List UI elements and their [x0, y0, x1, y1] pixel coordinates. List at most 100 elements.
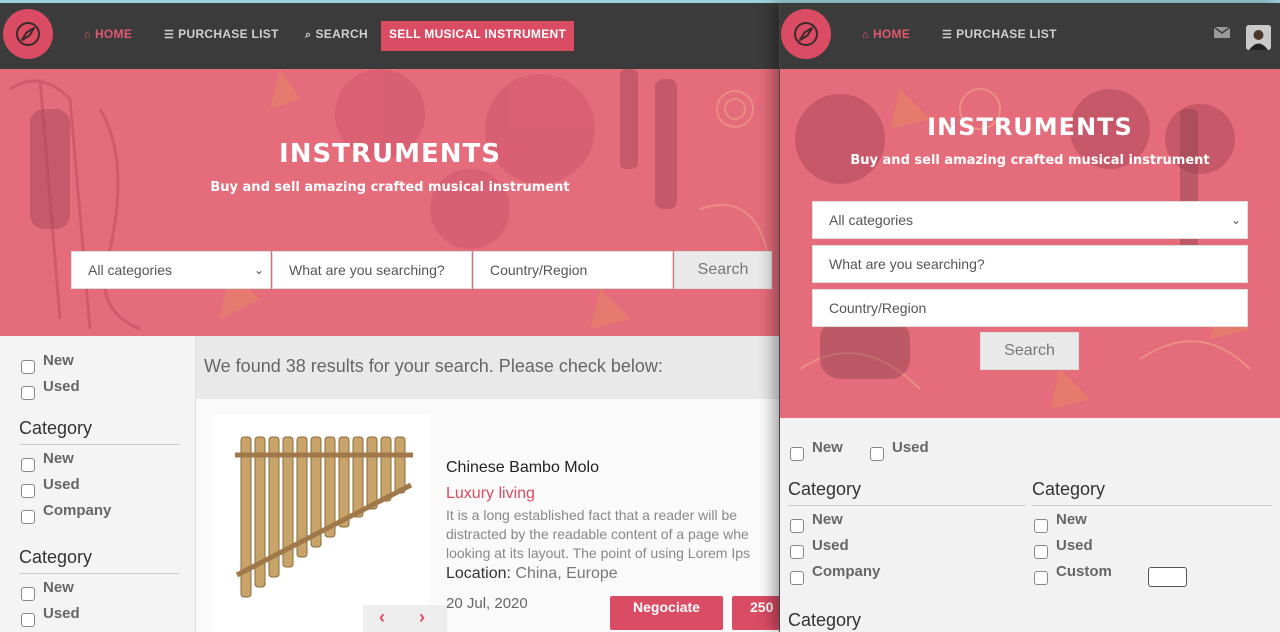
list-icon: ☰	[164, 29, 175, 41]
description-line: looking at its layout. The point of usin…	[446, 545, 751, 561]
hero-banner: INSTRUMENTS Buy and sell amazing crafted…	[780, 69, 1280, 418]
category2-used-label: Used	[43, 605, 80, 622]
divider	[19, 444, 179, 445]
category-new-label: New	[812, 511, 843, 528]
chevron-left-icon[interactable]: ‹	[379, 607, 385, 628]
envelope-icon[interactable]	[1214, 27, 1230, 38]
divider	[1032, 505, 1272, 506]
product-card[interactable]: ‹ › Chinese Bambo Molo Luxury living It …	[196, 399, 780, 632]
search-icon: ⌕	[305, 29, 312, 41]
category2-used-checkbox[interactable]	[21, 613, 35, 627]
search-button[interactable]: Search	[980, 332, 1079, 370]
results-count-text: We found 38 results for your search. Ple…	[204, 356, 663, 376]
filter-new-checkbox[interactable]	[21, 360, 35, 374]
category-select[interactable]: All categories ⌄	[812, 201, 1248, 239]
mobile-view: ⌂ HOME ☰ PURCHASE LIST INSTRUMENTS Buy a…	[779, 3, 1280, 632]
filter-used-label: Used	[43, 378, 80, 395]
category2-used-label: Used	[1056, 537, 1093, 554]
category-select[interactable]: All categories ⌄	[71, 251, 271, 289]
filter-used-checkbox[interactable]	[21, 386, 35, 400]
category-company-label: Company	[812, 563, 881, 580]
category2-new-checkbox[interactable]	[21, 587, 35, 601]
category-select-value: All categories	[829, 212, 914, 228]
search-input-placeholder: What are you searching?	[289, 262, 445, 278]
product-description: It is a long established fact that a rea…	[446, 506, 776, 563]
filter-new-checkbox[interactable]	[790, 447, 804, 461]
nav-search-label: SEARCH	[315, 27, 368, 41]
description-line: distracted by the readable content of a …	[446, 526, 749, 542]
region-input[interactable]: Country/Region	[473, 251, 673, 289]
image-carousel-controls: ‹ ›	[363, 605, 447, 632]
sell-instrument-button[interactable]: SELL MUSICAL INSTRUMENT	[381, 21, 575, 51]
chevron-down-icon: ⌄	[253, 263, 264, 277]
nav-purchase-list-label: PURCHASE LIST	[956, 27, 1057, 41]
hero-banner: INSTRUMENTS Buy and sell amazing crafted…	[0, 69, 780, 336]
home-icon: ⌂	[862, 29, 869, 41]
category-company-checkbox[interactable]	[790, 571, 804, 585]
pan-flute-image	[235, 436, 413, 598]
negotiate-button[interactable]: Negociate	[610, 596, 723, 630]
category2-new-label: New	[1056, 511, 1087, 528]
hero-subtitle: Buy and sell amazing crafted musical ins…	[850, 153, 1210, 168]
category2-custom-checkbox[interactable]	[1034, 571, 1048, 585]
category-new-checkbox[interactable]	[790, 519, 804, 533]
filter-new-label: New	[43, 352, 74, 369]
filter-used-checkbox[interactable]	[870, 447, 884, 461]
nav-purchase-list[interactable]: ☰ PURCHASE LIST	[942, 27, 1057, 41]
nav-home[interactable]: ⌂ HOME	[862, 27, 910, 41]
navbar: ⌂ HOME ☰ PURCHASE LIST ⌕ SEARCH SELL MUSICA…	[0, 3, 780, 69]
filter-sidebar: New Used Category New Used Company Categ…	[0, 336, 196, 632]
divider	[19, 573, 179, 574]
category-new-label: New	[43, 450, 74, 467]
list-icon: ☰	[942, 29, 953, 41]
filter-new-label: New	[812, 439, 843, 456]
hero-title: INSTRUMENTS	[279, 139, 501, 169]
product-location: Location: China, Europe	[446, 565, 618, 583]
search-input[interactable]: What are you searching?	[812, 245, 1248, 283]
category-select-value: All categories	[88, 262, 173, 278]
desktop-view: ⌂ HOME ☰ PURCHASE LIST ⌕ SEARCH SELL MUSICA…	[0, 3, 780, 632]
hero-title: INSTRUMENTS	[927, 113, 1133, 141]
category-company-checkbox[interactable]	[21, 510, 35, 524]
category2-new-label: New	[43, 579, 74, 596]
region-input-placeholder: Country/Region	[490, 262, 588, 278]
price-button[interactable]: 250	[732, 596, 780, 630]
location-value: China, Europe	[515, 565, 618, 582]
filter-used-label: Used	[892, 439, 929, 456]
hero-subtitle: Buy and sell amazing crafted musical ins…	[210, 180, 570, 195]
category-used-label: Used	[43, 476, 80, 493]
category-used-label: Used	[812, 537, 849, 554]
search-button[interactable]: Search	[674, 251, 772, 289]
chevron-down-icon: ⌄	[1230, 213, 1241, 227]
chevron-right-icon[interactable]: ›	[419, 607, 425, 628]
region-input-placeholder: Country/Region	[829, 300, 927, 316]
product-category[interactable]: Luxury living	[446, 485, 535, 503]
category2-used-checkbox[interactable]	[1034, 545, 1048, 559]
category-title: Category	[1032, 479, 1106, 499]
product-image[interactable]: ‹ ›	[213, 415, 447, 632]
results-summary: We found 38 results for your search. Ple…	[196, 336, 780, 399]
nav-home[interactable]: ⌂ HOME	[84, 27, 132, 41]
category-title: Category	[788, 479, 862, 499]
custom-category-input[interactable]	[1148, 567, 1187, 587]
divider	[788, 505, 1026, 506]
region-input[interactable]: Country/Region	[812, 289, 1248, 327]
category-title: Category	[19, 547, 93, 567]
category-title: Category	[788, 610, 862, 630]
category-used-checkbox[interactable]	[790, 545, 804, 559]
category-used-checkbox[interactable]	[21, 484, 35, 498]
search-input[interactable]: What are you searching?	[272, 251, 472, 289]
nav-search[interactable]: ⌕ SEARCH	[305, 27, 368, 42]
category-new-checkbox[interactable]	[21, 458, 35, 472]
compass-icon[interactable]	[781, 9, 831, 59]
compass-icon[interactable]	[3, 9, 53, 59]
hero-background-art	[0, 69, 780, 336]
product-date: 20 Jul, 2020	[446, 595, 528, 612]
nav-purchase-list[interactable]: ☰ PURCHASE LIST	[164, 27, 279, 41]
category2-new-checkbox[interactable]	[1034, 519, 1048, 533]
product-name[interactable]: Chinese Bambo Molo	[446, 459, 599, 477]
avatar[interactable]	[1246, 25, 1271, 50]
description-line: It is a long established fact that a rea…	[446, 507, 738, 523]
category-company-label: Company	[43, 502, 112, 519]
navbar: ⌂ HOME ☰ PURCHASE LIST	[780, 3, 1280, 69]
